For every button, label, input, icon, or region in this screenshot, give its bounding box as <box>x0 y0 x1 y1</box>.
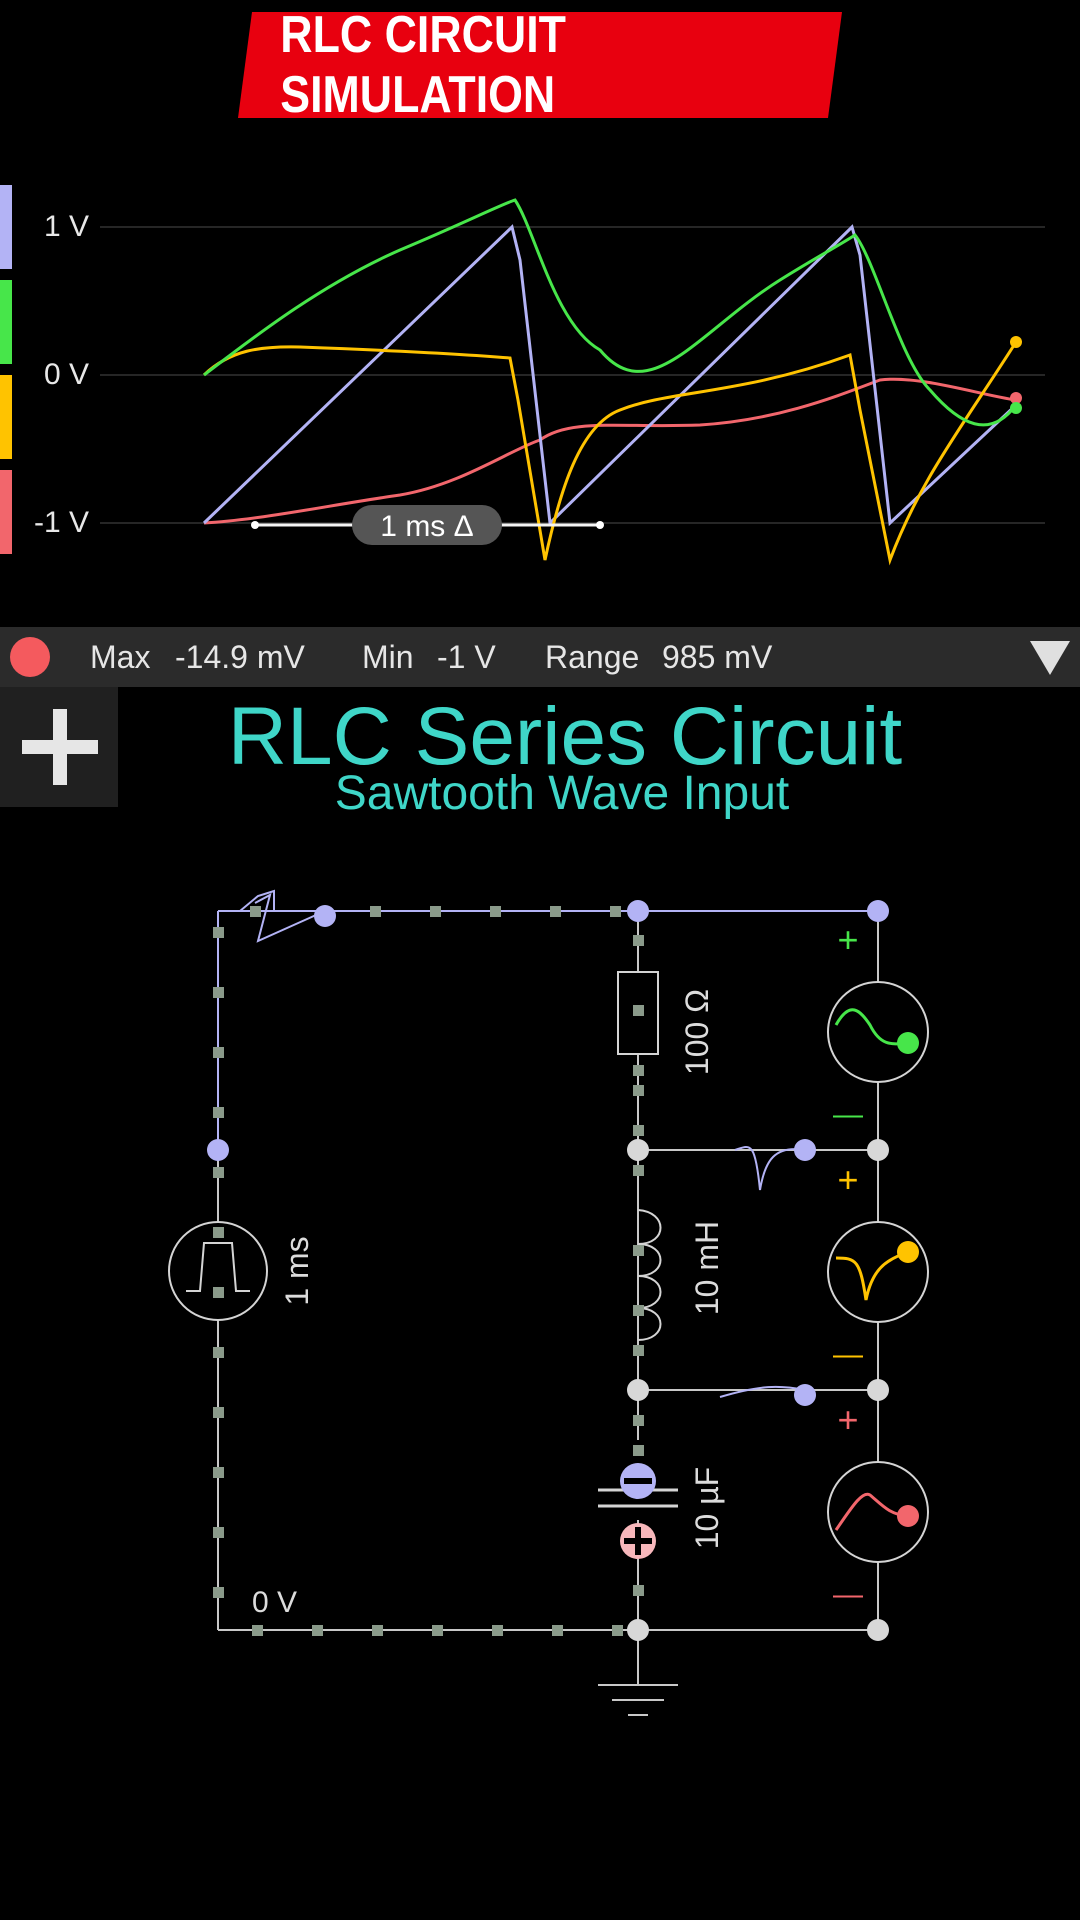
plus-sign-inductor: + <box>837 1159 858 1200</box>
minus-sign-capacitor: — <box>833 1578 863 1611</box>
scope-panel[interactable]: 1 V 0 V -1 V 1 ms Δ <box>0 150 1080 620</box>
inductor-label: 10 mH <box>689 1221 725 1315</box>
voltmeter-resistor-icon <box>827 981 929 1083</box>
source-label: 1 ms <box>279 1236 315 1305</box>
scope-plot: 1 ms Δ <box>100 198 1045 566</box>
min-label: Min <box>362 639 414 675</box>
inductor-coil-icon <box>637 1209 662 1341</box>
ground-label: 0 V <box>252 1586 297 1619</box>
plus-sign-resistor: + <box>837 919 858 960</box>
record-button[interactable] <box>10 637 50 677</box>
circuit-diagram[interactable]: 1 ms 100 Ω 10 mH 10 µF 0 V + — + — + — <box>0 840 1080 1740</box>
max-value: -14.9 mV <box>175 639 305 675</box>
measurement-bar: Max -14.9 mV Min -1 V Range 985 mV <box>0 627 1080 687</box>
max-label: Max <box>90 639 151 675</box>
minus-sign-resistor: — <box>833 1098 863 1131</box>
capacitor-label: 10 µF <box>689 1467 725 1549</box>
time-marker-label: 1 ms Δ <box>380 510 473 543</box>
range-value: 985 mV <box>662 639 773 675</box>
min-value: -1 V <box>437 639 496 675</box>
minus-sign-inductor: — <box>833 1338 863 1371</box>
trace-capacitor <box>203 377 1017 525</box>
trace-resistor <box>203 198 1018 427</box>
circuit-subtitle: Sawtooth Wave Input <box>334 767 790 820</box>
triangle-down-icon[interactable] <box>1030 641 1070 675</box>
banner-title: RLC CIRCUIT SIMULATION <box>280 6 566 124</box>
range-label: Range <box>545 639 640 675</box>
plus-sign-capacitor: + <box>837 1399 858 1440</box>
resistor-label: 100 Ω <box>679 989 715 1075</box>
